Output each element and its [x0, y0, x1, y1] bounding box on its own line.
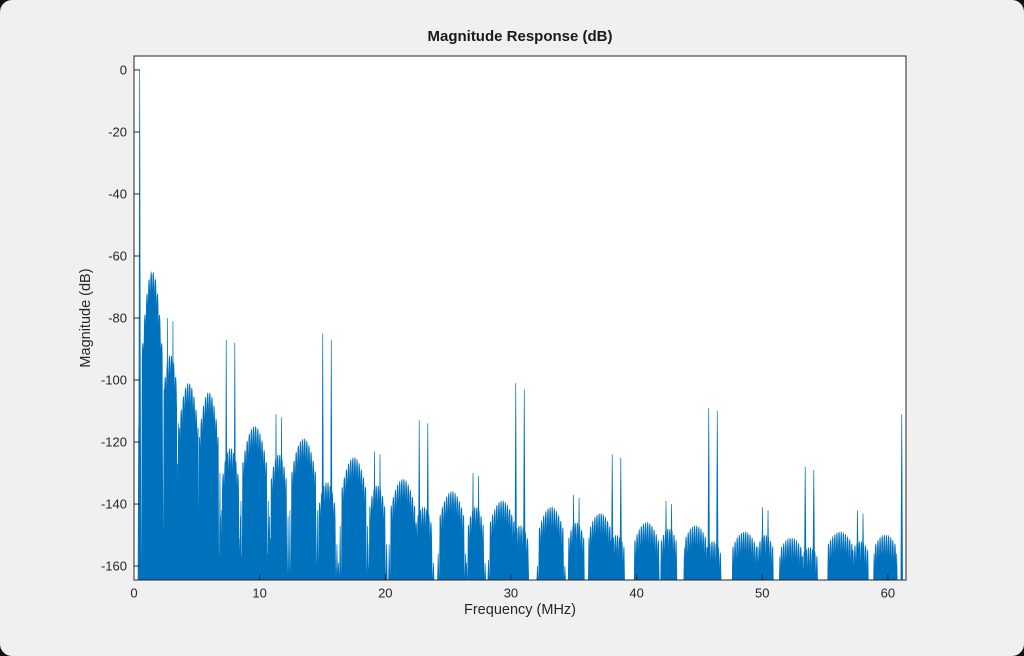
y-tick-label: -160 [101, 559, 127, 574]
y-tick-label: -20 [108, 124, 127, 139]
y-tick-label: -40 [108, 186, 127, 201]
x-tick-label: 50 [755, 586, 769, 601]
x-tick-label: 20 [378, 586, 392, 601]
y-tick-label: -80 [108, 311, 127, 326]
x-tick-label: 40 [629, 586, 643, 601]
y-axis-label: Magnitude (dB) [78, 268, 94, 367]
y-tick-label: -60 [108, 248, 127, 263]
x-tick-label: 0 [130, 586, 137, 601]
y-tick-label: -120 [101, 435, 127, 450]
y-tick-label: 0 [120, 62, 127, 77]
x-tick-label: 60 [881, 586, 895, 601]
y-tick-label: -100 [101, 373, 127, 388]
magnitude-response-plot: 0 10 20 30 40 50 60 0 -20 -40 -60 -80 -100 -120 -140 -1… [78, 28, 907, 618]
matlab-figure-window: 0 10 20 30 40 50 60 0 -20 -40 -60 -80 -100 -120 -140 -1… [0, 0, 1024, 656]
x-axis-label: Frequency (MHz) [464, 602, 576, 618]
plot-title: Magnitude Response (dB) [427, 28, 612, 45]
y-tick-label: -140 [101, 497, 127, 512]
x-tick-label: 10 [252, 586, 266, 601]
plot-generated-layers: 0 10 20 30 40 50 60 0 -20 -40 -60 -80 -100 -120 -140 -1… [101, 55, 907, 601]
x-tick-label: 30 [504, 586, 518, 601]
